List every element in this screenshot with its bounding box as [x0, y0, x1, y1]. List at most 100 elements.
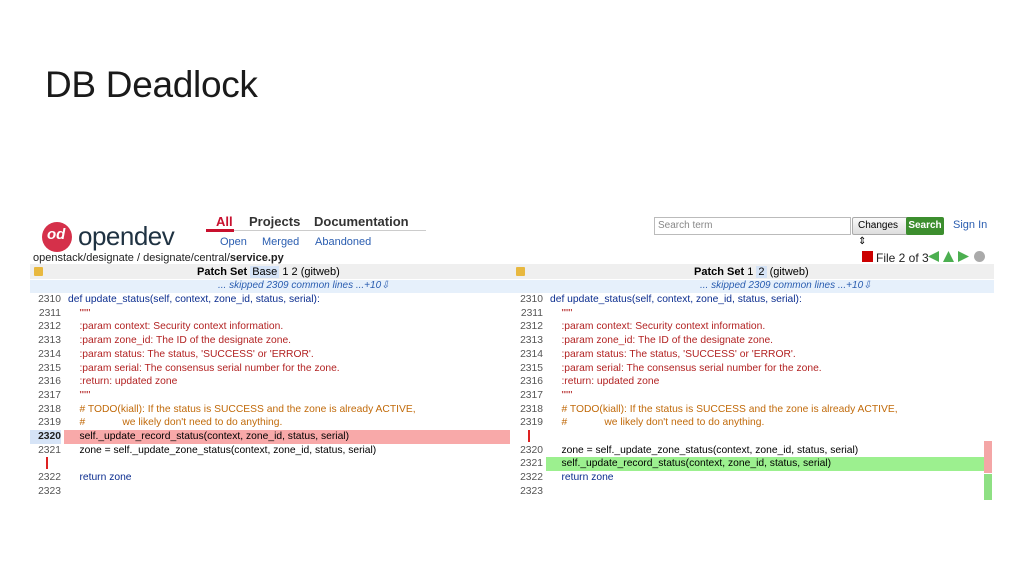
up-icon[interactable] — [943, 251, 954, 262]
opendev-logo[interactable] — [42, 222, 72, 252]
overview-added-marker[interactable] — [984, 474, 992, 500]
line-code: return zone — [68, 472, 132, 484]
gap-marker — [46, 457, 48, 470]
search-input[interactable]: Search term — [654, 217, 851, 235]
line-code: zone = self._update_zone_status(context,… — [550, 444, 859, 456]
expand-right-icon[interactable] — [516, 267, 525, 276]
line-code: :param serial: The consensus serial numb… — [550, 362, 822, 374]
line-code: zone = self._update_zone_status(context,… — [68, 444, 377, 456]
line-code: return zone — [550, 472, 614, 484]
breadcrumb-path[interactable]: openstack/designate / designate/central/ — [33, 252, 230, 264]
line-code: :param status: The status, 'SUCCESS' or … — [68, 348, 314, 360]
gap-marker — [528, 430, 530, 442]
line-code: :return: updated zone — [550, 376, 660, 388]
diff-line: 2322 return zone — [30, 471, 512, 485]
line-code: # TODO(kiall): If the status is SUCCESS … — [68, 403, 416, 415]
diff-line: 2314 :param status: The status, 'SUCCESS… — [512, 348, 994, 362]
diff-line: 2313 :param zone_id: The ID of the desig… — [30, 334, 512, 348]
line-number: 2319 — [520, 417, 543, 429]
skipped-left[interactable]: ... skipped 2309 common lines ...+10⇩ — [218, 280, 390, 291]
line-code: # we likely don't need to do anything. — [68, 417, 283, 429]
overview-removed-marker[interactable] — [984, 441, 992, 473]
patch-set-right: Patch Set 1 2 (gitweb) — [694, 266, 809, 278]
prev-file-icon[interactable] — [928, 251, 939, 262]
diff-line: 2315 :param serial: The consensus serial… — [512, 362, 994, 376]
patch-set-right-selected[interactable]: 2 — [756, 266, 767, 278]
line-number: 2312 — [520, 321, 543, 333]
gitweb-left[interactable]: (gitweb) — [301, 266, 340, 278]
diff-line: 2310 def update_status(self, context, zon… — [30, 293, 512, 307]
diff-line: 2323 — [30, 485, 512, 499]
patch-set-left-nums[interactable]: 1 2 — [282, 266, 297, 278]
diff-line: 2312 :param context: Security context in… — [512, 320, 994, 334]
gear-icon[interactable] — [974, 251, 985, 262]
line-number: 2315 — [38, 362, 61, 374]
menu-projects[interactable]: Projects — [249, 214, 300, 229]
breadcrumb: openstack/designate / designate/central/… — [33, 252, 284, 264]
line-number: 2323 — [520, 485, 543, 497]
diff-line: 2317 """ — [30, 389, 512, 403]
line-number: 2321 — [38, 444, 61, 456]
line-code: """ — [68, 389, 91, 401]
diff-line: 2314 :param status: The status, 'SUCCESS… — [30, 348, 512, 362]
line-code: self._update_record_status(context, zone… — [68, 431, 350, 442]
line-number: 2322 — [38, 472, 61, 484]
line-number: 2317 — [520, 389, 543, 401]
line-code: self._update_record_status(context, zone… — [550, 458, 832, 470]
skipped-lines-bar[interactable]: ... skipped 2309 common lines ...+10⇩ ..… — [30, 280, 994, 293]
line-number: 2310 — [38, 294, 61, 305]
menu-documentation[interactable]: Documentation — [314, 214, 409, 229]
diff-line: 2322 return zone — [512, 471, 994, 485]
line-number: 2316 — [38, 376, 61, 388]
patch-set-base[interactable]: Base — [250, 266, 280, 278]
diff-line: 2321 zone = self._update_zone_status(con… — [30, 444, 512, 458]
right-diff-pane: 2310 def update_status(self, context, zon… — [512, 293, 994, 500]
diff-line: 2319 # we likely don't need to do anythi… — [30, 416, 512, 430]
line-code: def update_status(self, context, zone_id… — [550, 294, 802, 305]
submenu-abandoned[interactable]: Abandoned — [315, 236, 371, 248]
gitweb-right[interactable]: (gitweb) — [770, 266, 809, 278]
submenu-open[interactable]: Open — [220, 236, 247, 248]
line-code: :param serial: The consensus serial numb… — [68, 362, 340, 374]
submenu-merged[interactable]: Merged — [262, 236, 299, 248]
line-number: 2319 — [38, 417, 61, 429]
line-number: 2315 — [520, 362, 543, 374]
line-code: def update_status(self, context, zone_id… — [68, 294, 320, 305]
patch-set-label-left: Patch Set — [197, 266, 248, 278]
line-number: 2311 — [520, 307, 543, 319]
brand-name[interactable]: opendev — [78, 221, 175, 252]
search-button[interactable]: Search — [906, 217, 944, 235]
line-code: :return: updated zone — [68, 376, 178, 388]
file-counter: File 2 of 3 — [876, 251, 929, 265]
breadcrumb-file: service.py — [229, 252, 284, 264]
next-file-icon[interactable] — [958, 251, 969, 262]
line-number: 2320 — [30, 430, 61, 444]
left-diff-pane: 2310 def update_status(self, context, zon… — [30, 293, 512, 500]
diff-line-gap — [512, 430, 994, 444]
line-code: # we likely don't need to do anything. — [550, 417, 765, 429]
diff-line-added: 2321 self._update_record_status(context,… — [512, 457, 994, 472]
changes-select[interactable]: Changes ⇕ — [852, 217, 909, 247]
line-number: 2313 — [38, 335, 61, 347]
line-number: 2311 — [38, 307, 61, 319]
line-number: 2323 — [38, 485, 61, 497]
diff-line: 2318 # TODO(kiall): If the status is SUC… — [30, 403, 512, 417]
line-code: :param status: The status, 'SUCCESS' or … — [550, 348, 796, 360]
menu-all[interactable]: All — [216, 214, 233, 229]
line-number: 2318 — [38, 403, 61, 415]
line-number: 2320 — [520, 444, 543, 456]
skipped-right[interactable]: ... skipped 2309 common lines ...+10⇩ — [700, 280, 872, 291]
patch-set-right-1[interactable]: 1 — [747, 266, 753, 278]
review-icon[interactable] — [862, 251, 873, 262]
diff-line: 2311 """ — [30, 307, 512, 321]
patch-set-bar: Patch Set Base 1 2 (gitweb) Patch Set 1 … — [30, 264, 994, 279]
sign-in-link[interactable]: Sign In — [953, 219, 987, 231]
gerrit-screenshot: opendev All Projects Documentation Open … — [30, 206, 994, 500]
line-number: 2321 — [520, 458, 543, 470]
diff-line: 2319 # we likely don't need to do anythi… — [512, 416, 994, 430]
diff-line: 2316 :return: updated zone — [512, 375, 994, 389]
line-code: :param zone_id: The ID of the designate … — [68, 335, 292, 347]
line-number: 2316 — [520, 376, 543, 388]
line-code: """ — [550, 307, 573, 319]
expand-left-icon[interactable] — [34, 267, 43, 276]
